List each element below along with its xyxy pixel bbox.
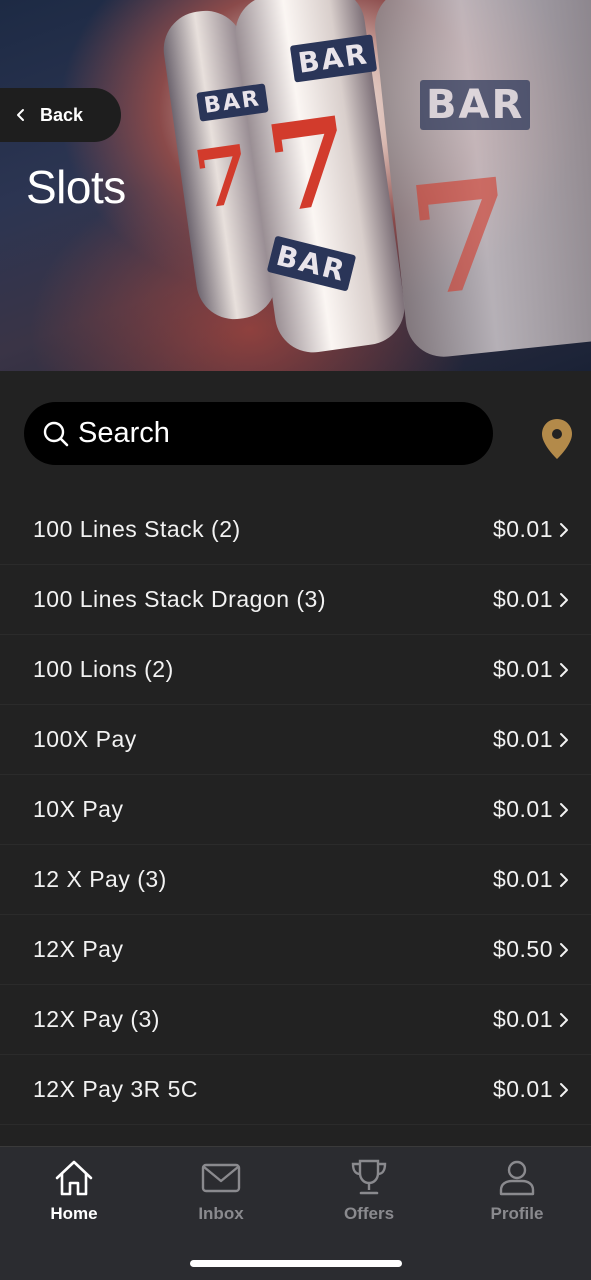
hero-banner: BAR 7 BAR 7 BAR BAR 7 Back Slots — [0, 0, 591, 371]
game-price-group: $0.01 — [493, 586, 569, 613]
tab-label: Inbox — [198, 1204, 244, 1223]
game-list: 100 Lines Stack (2) $0.01 100 Lines Stack … — [0, 495, 591, 1125]
game-price: $0.01 — [492, 866, 553, 892]
seven-symbol: 7 — [401, 145, 524, 331]
list-item[interactable]: 100 Lines Stack (2) $0.01 — [0, 495, 591, 565]
game-name: 100X Pay — [33, 726, 137, 752]
tab-inbox[interactable]: Inbox — [166, 1157, 276, 1224]
tab-home[interactable]: Home — [19, 1157, 129, 1224]
chevron-right-icon — [560, 732, 568, 747]
tab-label: Profile — [490, 1204, 544, 1223]
game-price: $0.50 — [492, 936, 553, 962]
game-price-group: $0.01 — [493, 516, 569, 543]
game-name: 12X Pay (3) — [33, 1006, 160, 1032]
page-title: Slots — [26, 161, 126, 213]
back-label: Back — [40, 104, 84, 125]
game-price-group: $0.01 — [493, 866, 569, 893]
game-price: $0.01 — [492, 516, 553, 542]
game-price: $0.01 — [492, 726, 553, 752]
game-name: 12X Pay — [33, 936, 124, 962]
game-name: 12 X Pay (3) — [33, 866, 167, 892]
list-item[interactable]: 100 Lines Stack Dragon (3) $0.01 — [0, 565, 591, 635]
chevron-right-icon — [560, 802, 568, 817]
chevron-right-icon — [560, 942, 568, 957]
chevron-right-icon — [560, 592, 568, 607]
game-name: 100 Lions (2) — [33, 656, 174, 682]
list-item[interactable]: 12X Pay $0.50 — [0, 915, 591, 985]
back-button[interactable]: Back — [0, 88, 121, 142]
tab-profile[interactable]: Profile — [462, 1157, 572, 1224]
list-item[interactable]: 10X Pay $0.01 — [0, 775, 591, 845]
chevron-right-icon — [560, 872, 568, 887]
game-price: $0.01 — [492, 1076, 553, 1102]
game-name: 10X Pay — [33, 796, 124, 822]
bar-symbol: BAR — [420, 80, 531, 130]
search-icon — [43, 421, 69, 446]
game-price-group: $0.01 — [493, 656, 569, 683]
game-price-group: $0.01 — [493, 1076, 569, 1103]
profile-icon — [499, 1160, 535, 1196]
list-item[interactable]: 12 X Pay (3) $0.01 — [0, 845, 591, 915]
list-item[interactable]: 12X Pay (3) $0.01 — [0, 985, 591, 1055]
list-item[interactable]: 12X Pay 3R 5C $0.01 — [0, 1055, 591, 1125]
game-price: $0.01 — [492, 796, 553, 822]
tab-label: Offers — [343, 1204, 395, 1223]
game-name: 12X Pay 3R 5C — [33, 1076, 199, 1102]
tab-label: Home — [50, 1204, 98, 1223]
game-price-group: $0.01 — [493, 796, 569, 823]
chevron-left-icon — [17, 109, 24, 121]
chevron-right-icon — [560, 522, 568, 537]
game-price-group: $0.01 — [493, 1006, 569, 1033]
location-pin-icon[interactable] — [540, 418, 574, 460]
home-indicator — [190, 1260, 402, 1267]
home-icon — [55, 1160, 93, 1196]
search-input[interactable] — [78, 417, 458, 450]
trophy-icon — [351, 1159, 387, 1195]
game-price-group: $0.50 — [493, 936, 569, 963]
game-price-group: $0.01 — [493, 726, 569, 753]
list-item[interactable]: 100 Lions (2) $0.01 — [0, 635, 591, 705]
game-price: $0.01 — [492, 656, 553, 682]
game-price: $0.01 — [492, 586, 553, 612]
tab-offers[interactable]: Offers — [314, 1157, 424, 1224]
game-name: 100 Lines Stack Dragon (3) — [33, 586, 326, 612]
chevron-right-icon — [560, 662, 568, 677]
chevron-right-icon — [560, 1012, 568, 1027]
list-item[interactable]: 100X Pay $0.01 — [0, 705, 591, 775]
search-bar[interactable] — [24, 402, 493, 465]
game-price: $0.01 — [492, 1006, 553, 1032]
inbox-icon — [201, 1163, 241, 1193]
game-name: 100 Lines Stack (2) — [33, 516, 241, 542]
chevron-right-icon — [560, 1082, 568, 1097]
